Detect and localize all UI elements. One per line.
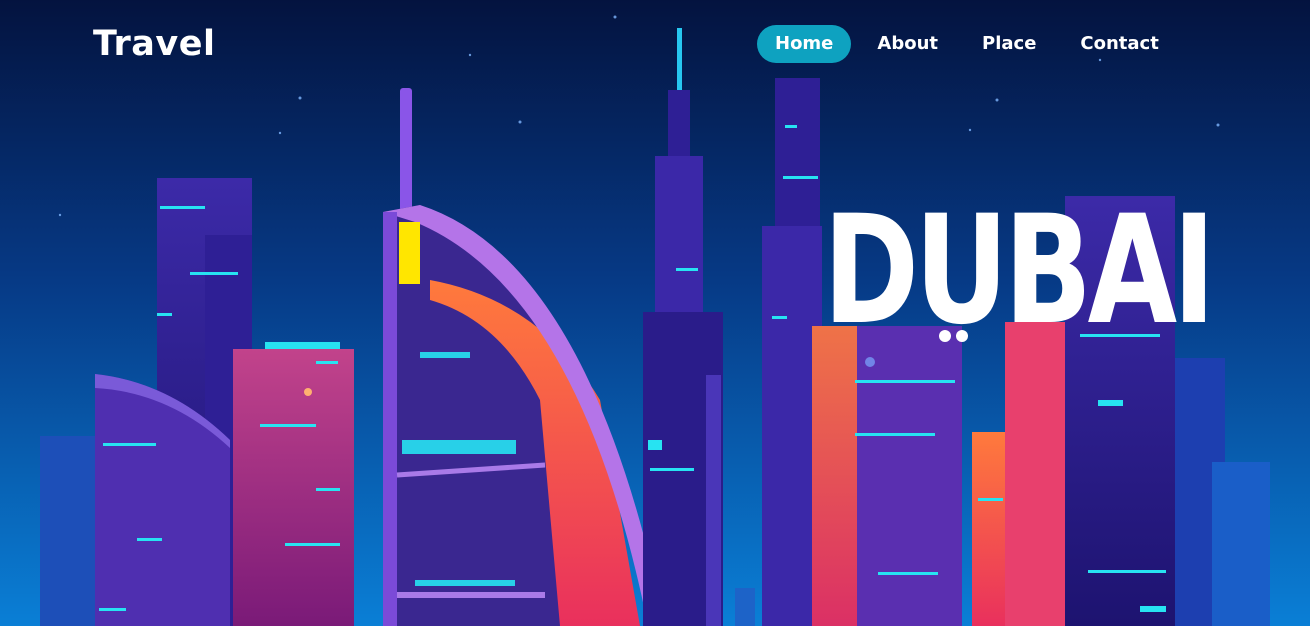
- nav-about-link[interactable]: About: [859, 25, 956, 63]
- hero-city-illustration: DUBAI: [0, 0, 1310, 626]
- top-navbar: Travel Home About Place Contact: [0, 0, 1310, 90]
- svg-text:DUBAI: DUBAI: [823, 184, 1211, 358]
- nav-place-link[interactable]: Place: [964, 25, 1054, 63]
- nav-links: Home About Place Contact: [757, 25, 1177, 63]
- brand-title[interactable]: Travel: [93, 24, 215, 64]
- nav-home-link[interactable]: Home: [757, 25, 852, 63]
- nav-contact-link[interactable]: Contact: [1062, 25, 1176, 63]
